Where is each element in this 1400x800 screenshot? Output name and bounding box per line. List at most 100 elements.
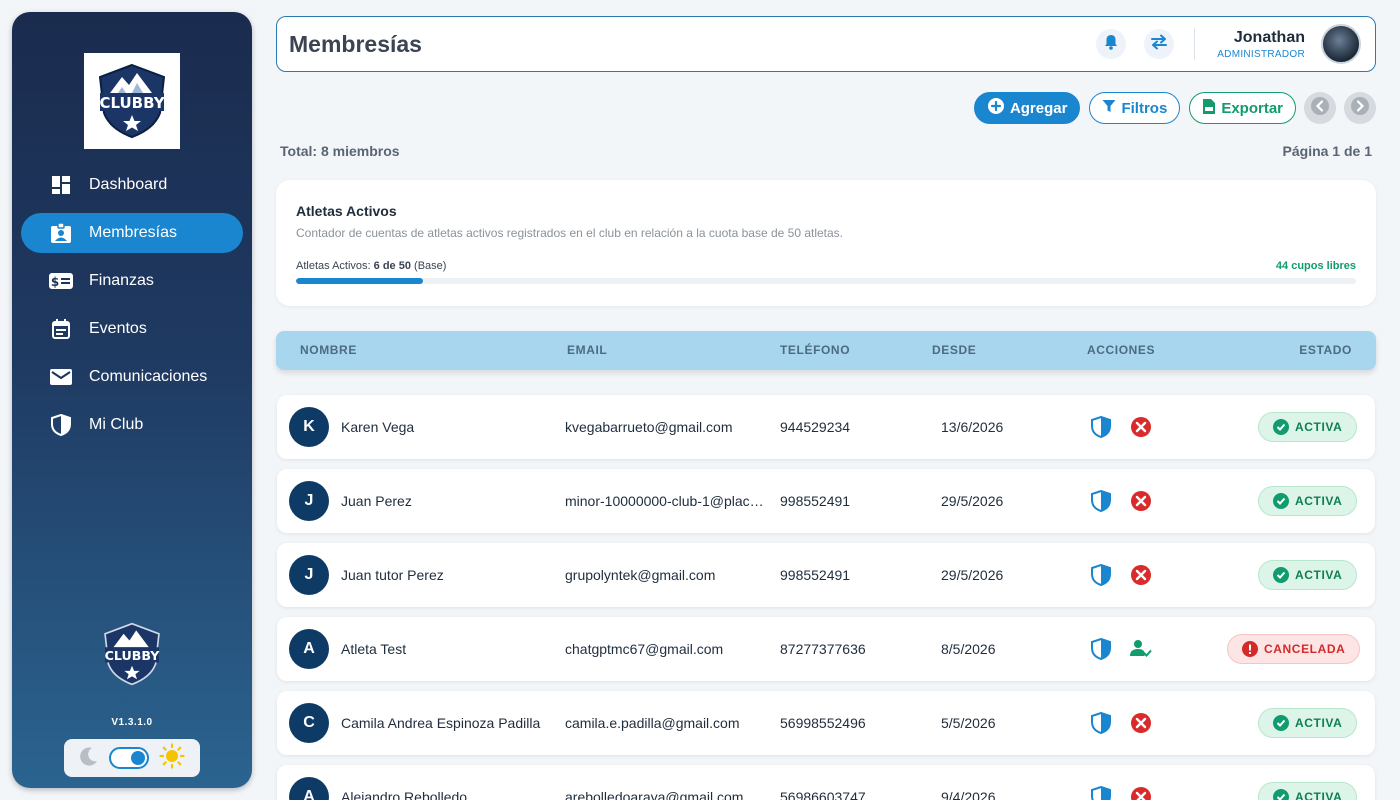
sidebar-item-eventos[interactable]: Eventos [21,309,243,349]
status-badge: ACTIVA [1258,412,1358,442]
member-phone: 998552491 [780,493,851,509]
status-badge: ACTIVA [1258,486,1358,516]
member-name: Alejandro Rebolledo [341,789,468,800]
table-row[interactable]: J Juan tutor Perez grupolyntek@gmail.com… [277,543,1375,607]
quota-title: Atletas Activos [296,203,397,219]
add-member-button[interactable]: Agregar [973,92,1081,124]
sidebar-nav: Dashboard Membresías $ Finanzas Eventos … [21,165,243,453]
quota-progress-bar [296,278,1356,284]
table-row[interactable]: C Camila Andrea Espinoza Padilla camila.… [277,691,1375,755]
member-email: arebolledoaraya@gmail.com [565,789,744,800]
member-name: Karen Vega [341,419,415,435]
member-initial-avatar: K [289,407,329,447]
sidebar-item-dashboard[interactable]: Dashboard [21,165,243,205]
column-header-email[interactable]: EMAIL [567,343,607,357]
member-phone: 56998552496 [780,715,866,731]
chevron-right-icon [1350,96,1370,121]
svg-text:CLUBBY: CLUBBY [105,648,161,663]
plus-circle-icon [987,97,1010,119]
user-role: ADMINISTRADOR [1217,48,1305,60]
shield-icon[interactable] [1091,489,1111,515]
sidebar-item-label: Dashboard [89,176,168,193]
column-header-actions: ACCIONES [1087,343,1156,357]
sidebar-item-mi-club[interactable]: Mi Club [21,405,243,445]
sun-icon[interactable] [159,742,185,774]
bell-icon [1103,34,1119,55]
page-title: Membresías [289,30,422,57]
mail-icon [49,365,73,389]
cancel-membership-icon[interactable] [1130,416,1152,441]
filters-button[interactable]: Filtros [1089,92,1181,124]
table-row[interactable]: K Karen Vega kvegabarrueto@gmail.com 944… [277,395,1375,459]
table-row[interactable]: A Alejandro Rebolledo arebolledoaraya@gm… [277,765,1375,800]
member-phone: 87277377636 [780,641,866,657]
column-header-name[interactable]: NOMBRE [300,343,357,357]
user-info[interactable]: Jonathan ADMINISTRADOR [1217,29,1305,60]
member-email: minor-10000000-club-1@placeholder [565,493,765,509]
member-email: kvegabarrueto@gmail.com [565,419,733,435]
total-members: Total: 8 miembros [280,143,400,159]
swap-arrows-icon [1150,34,1168,55]
notifications-button[interactable] [1096,29,1127,59]
shield-icon [49,413,73,437]
cancel-membership-icon[interactable] [1130,786,1152,800]
filter-icon [1102,99,1121,117]
table-row[interactable]: J Juan Perez minor-10000000-club-1@place… [277,469,1375,533]
moon-icon[interactable] [79,746,99,771]
member-name: Juan Perez [341,493,412,509]
column-header-phone[interactable]: TELÉFONO [780,343,850,357]
shield-icon[interactable] [1091,785,1111,800]
shield-icon[interactable] [1091,711,1111,737]
switch-club-button[interactable] [1144,29,1175,59]
sidebar-item-label: Finanzas [89,272,154,289]
next-page-button[interactable] [1344,92,1376,124]
sidebar-item-label: Eventos [89,320,147,337]
table-row[interactable]: A Atleta Test chatgptmc67@gmail.com 8727… [277,617,1375,681]
svg-text:$: $ [51,275,59,289]
shield-icon[interactable] [1091,563,1111,589]
export-button[interactable]: Exportar [1189,92,1296,124]
member-name: Juan tutor Perez [341,567,444,583]
chevron-left-icon [1310,96,1330,121]
member-card-icon [49,221,73,245]
status-badge: CANCELADA [1227,634,1361,664]
sidebar-item-finanzas[interactable]: $ Finanzas [21,261,243,301]
cancel-membership-icon[interactable] [1130,490,1152,515]
club-logo[interactable]: CLUBBY [84,53,180,149]
member-phone: 998552491 [780,567,851,583]
member-name: Atleta Test [341,641,407,657]
cancel-membership-icon[interactable] [1130,712,1152,737]
status-badge: ACTIVA [1258,560,1358,590]
reactivate-user-icon[interactable] [1130,638,1152,663]
member-since: 9/4/2026 [941,789,996,800]
member-since: 29/5/2026 [941,567,1004,583]
app-version: V1.3.1.0 [111,717,153,728]
add-label: Agregar [1009,99,1068,117]
sidebar-item-membresias[interactable]: Membresías [21,213,243,253]
sidebar: CLUBBY Dashboard Membresías $ Finanzas E… [12,12,252,788]
shield-icon[interactable] [1091,415,1111,441]
theme-switch[interactable] [109,747,149,769]
table-header: NOMBRE EMAIL TELÉFONO DESDE ACCIONES EST… [276,331,1376,370]
member-phone: 56986603747 [780,789,866,800]
page-indicator: Página 1 de 1 [1282,143,1372,159]
svg-text:CLUBBY: CLUBBY [99,94,165,112]
prev-page-button[interactable] [1304,92,1336,124]
status-badge: ACTIVA [1258,708,1358,738]
quota-progress-fill [296,278,424,284]
member-phone: 944529234 [780,419,851,435]
shield-icon[interactable] [1091,637,1111,663]
avatar[interactable] [1321,24,1361,64]
column-header-status[interactable]: ESTADO [1299,343,1352,357]
sidebar-item-label: Mi Club [89,416,144,433]
member-initial-avatar: C [289,703,329,743]
top-header: Membresías Jonathan ADMINISTRADOR [276,16,1376,72]
quota-status-row: Atletas Activos: 6 de 50 (Base) 44 cupos… [296,260,1356,272]
cancel-membership-icon[interactable] [1130,564,1152,589]
quota-label: Atletas Activos: 6 de 50 (Base) [296,260,447,272]
sidebar-item-comunicaciones[interactable]: Comunicaciones [21,357,243,397]
member-email: camila.e.padilla@gmail.com [565,715,740,731]
header-divider [1194,28,1196,60]
theme-toggle [64,739,200,777]
csv-file-icon [1202,98,1221,119]
